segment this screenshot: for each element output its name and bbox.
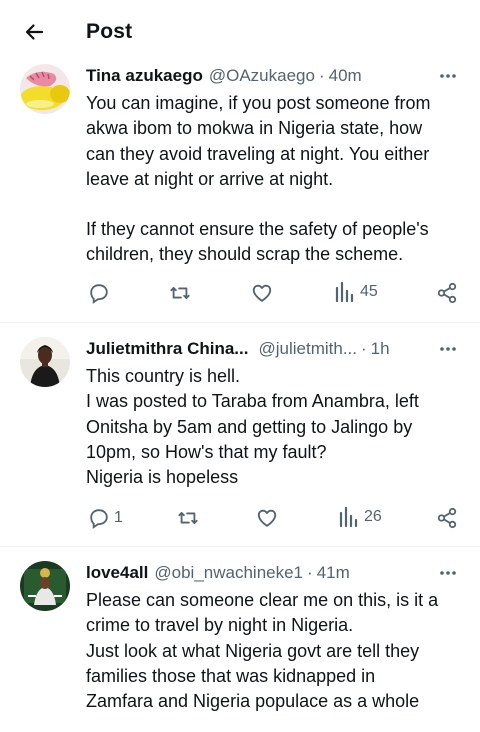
post-header: love4all @obi_nwachineke1 · 41m bbox=[86, 561, 464, 585]
like-button[interactable] bbox=[256, 507, 278, 529]
back-arrow-icon bbox=[25, 24, 44, 40]
avatar[interactable] bbox=[20, 337, 70, 387]
repost-icon bbox=[178, 512, 198, 524]
post-text-line: I was posted to Taraba from Anambra, lef… bbox=[86, 391, 419, 412]
views-button[interactable]: 45 bbox=[334, 282, 378, 302]
timestamp[interactable]: 1h bbox=[371, 339, 390, 359]
avatar[interactable] bbox=[20, 64, 70, 114]
post-text-line: leave at night or arrive at night. bbox=[86, 168, 334, 189]
more-icon[interactable] bbox=[438, 68, 458, 84]
author-name[interactable]: Julietmithra China... bbox=[86, 339, 248, 359]
post[interactable]: love4all @obi_nwachineke1 · 41m Please c… bbox=[0, 546, 480, 732]
share-icon bbox=[437, 282, 457, 304]
post-text-line: This country is hell. bbox=[86, 366, 241, 386]
post-text-line: Nigeria is hopeless bbox=[86, 467, 239, 488]
back-button[interactable] bbox=[20, 18, 48, 46]
like-icon bbox=[252, 284, 272, 302]
reply-icon bbox=[90, 509, 108, 529]
views-button[interactable]: 26 bbox=[338, 507, 382, 527]
action-bar: 45 bbox=[0, 280, 480, 306]
author-name[interactable]: Tina azukaego bbox=[86, 66, 203, 86]
action-bar: 1 26 bbox=[0, 505, 480, 531]
author-handle[interactable]: @OAzukaego bbox=[209, 66, 315, 86]
post-text-line: akwa ibom to mokwa in Nigeria state, how bbox=[86, 118, 423, 139]
post-header: Tina azukaego @OAzukaego · 40m bbox=[86, 64, 464, 88]
post-text-line: crime to travel by night in Nigeria. bbox=[86, 615, 354, 636]
like-icon bbox=[257, 509, 277, 527]
separator: · bbox=[307, 563, 313, 582]
share-button[interactable] bbox=[436, 282, 458, 304]
post-text-line: You can imagine, if you post someone fro… bbox=[86, 93, 431, 113]
post-text-line: Zamfara and Nigeria populace as a whole bbox=[86, 691, 420, 712]
reply-button[interactable] bbox=[88, 282, 110, 304]
repost-button[interactable] bbox=[176, 507, 200, 529]
separator: · bbox=[361, 339, 367, 358]
post-text-line: Onitsha by 5am and getting to Jalingo by bbox=[86, 416, 413, 437]
post-header: Julietmithra China... @julietmith... · 1… bbox=[86, 337, 464, 361]
post-text: Please can someone clear me on this, is … bbox=[86, 588, 464, 714]
more-icon[interactable] bbox=[438, 341, 458, 357]
author-handle[interactable]: @julietmith... bbox=[258, 339, 357, 359]
repost-icon bbox=[170, 287, 190, 299]
timestamp[interactable]: 40m bbox=[329, 66, 362, 86]
views-icon bbox=[339, 507, 358, 527]
post-text: You can imagine, if you post someone fro… bbox=[86, 91, 464, 268]
reply-count: 1 bbox=[114, 509, 123, 526]
post-text-line: Just look at what Nigeria govt are tell … bbox=[86, 640, 420, 661]
like-button[interactable] bbox=[251, 282, 273, 304]
post-text-line: can they avoid traveling at night. You e… bbox=[86, 143, 430, 164]
post-text-line: children, they should scrap the scheme. bbox=[86, 244, 404, 265]
page-title: Post bbox=[86, 20, 133, 43]
author-handle[interactable]: @obi_nwachineke1 bbox=[154, 563, 303, 583]
reply-button[interactable]: 1 bbox=[88, 507, 123, 529]
reply-icon bbox=[90, 284, 108, 304]
separator: · bbox=[318, 66, 325, 85]
more-icon[interactable] bbox=[438, 565, 458, 581]
views-count: 45 bbox=[360, 283, 378, 300]
top-bar: Post bbox=[0, 0, 480, 64]
post-text: This country is hell. I was posted to Ta… bbox=[86, 364, 464, 490]
author-name[interactable]: love4all bbox=[86, 563, 148, 583]
views-icon bbox=[335, 282, 354, 302]
avatar[interactable] bbox=[20, 561, 70, 611]
post-text-line: 10pm, so How's that my fault? bbox=[86, 441, 327, 462]
share-icon bbox=[437, 507, 457, 529]
repost-button[interactable] bbox=[168, 282, 192, 304]
post-text-line: families those that was kidnapped in bbox=[86, 665, 376, 686]
share-button[interactable] bbox=[436, 507, 458, 529]
post-text-line: Please can someone clear me on this, is … bbox=[86, 590, 439, 610]
views-count: 26 bbox=[364, 508, 382, 525]
timestamp[interactable]: 41m bbox=[317, 563, 350, 583]
post-text-line: If they cannot ensure the safety of peop… bbox=[86, 219, 429, 240]
